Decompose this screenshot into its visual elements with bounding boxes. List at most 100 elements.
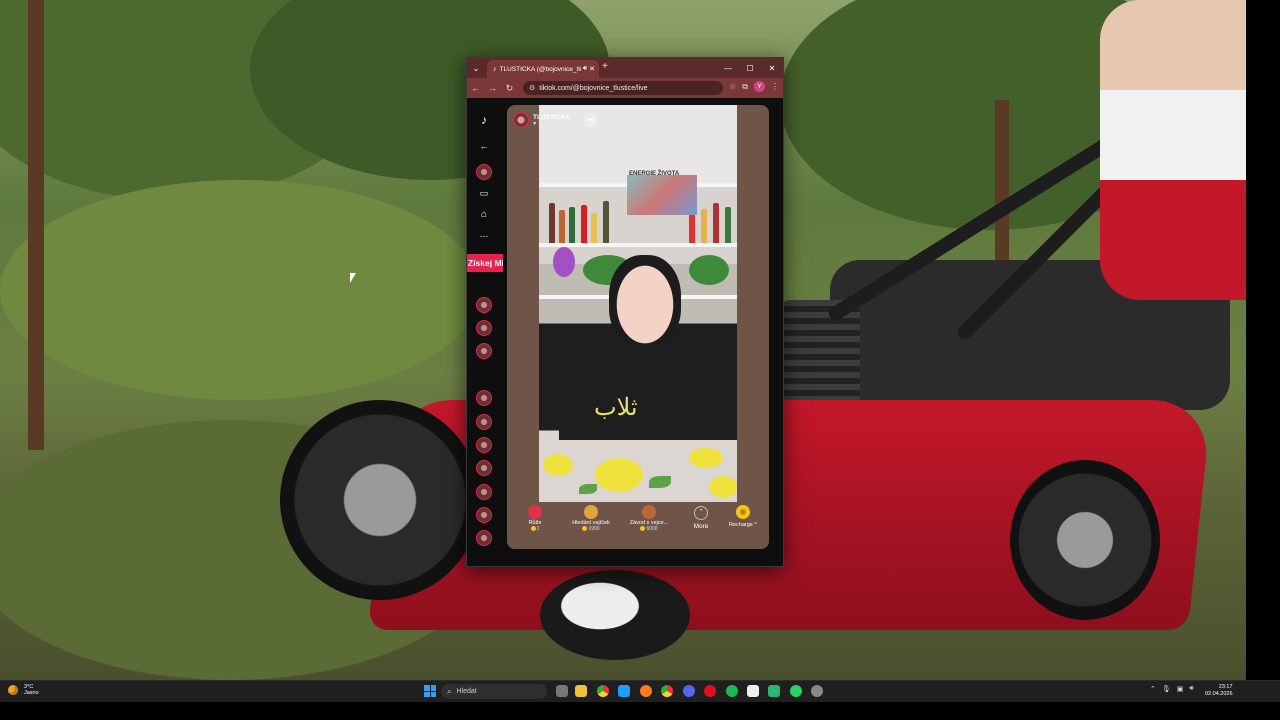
screen-edge — [1246, 0, 1280, 680]
viewer-count: ♥ 179.5K — [533, 120, 556, 127]
browser-window: ⌄ ♪ TLUSTIČKA (@bojovnice_tlu 🔊︎ ✕ + — ☐… — [466, 57, 784, 567]
gift-price: 1 — [507, 526, 563, 532]
more-dots-icon[interactable]: ⋯ — [476, 228, 492, 244]
profile-avatar-sidebar[interactable] — [476, 164, 492, 180]
browser-tab[interactable]: ♪ TLUSTIČKA (@bojovnice_tlu 🔊︎ ✕ — [487, 60, 599, 78]
gift-price: 1999 — [563, 526, 619, 532]
followed-account-avatar[interactable] — [476, 460, 492, 476]
recharge-label: Recharge ^ — [729, 522, 757, 528]
more-label: More — [693, 523, 709, 530]
screen-bottom-edge — [0, 702, 1280, 720]
followed-account-avatar[interactable] — [476, 484, 492, 500]
whatsapp-icon[interactable] — [790, 685, 802, 697]
bookmark-star-icon[interactable]: ☆ — [729, 82, 736, 91]
obs-icon[interactable] — [747, 685, 759, 697]
mouse-cursor — [350, 273, 356, 283]
host-name[interactable]: TLUSTIČKA — [533, 114, 570, 121]
microphone-icon[interactable]: 🎙︎ — [1162, 685, 1171, 693]
extensions-icon[interactable]: ⧉ — [742, 82, 748, 92]
gift-bar: Růže 1 Hledání vajíček 1999 Závod s vejc… — [507, 502, 769, 549]
tiktok-favicon-icon: ♪ — [493, 65, 497, 73]
followed-account-avatar[interactable] — [476, 320, 492, 336]
address-bar[interactable]: ⚙ tiktok.com/@bojovnice_tlustice/live — [523, 81, 723, 95]
chrome-icon[interactable] — [597, 685, 609, 697]
spotify-icon[interactable] — [726, 685, 738, 697]
poster-text: ENERGIE ŽIVOTA — [629, 171, 680, 177]
clock-time: 23:17 — [1218, 684, 1233, 690]
get-coins-button[interactable]: Získej Mi — [467, 254, 503, 272]
clock[interactable]: 23:17 02.04.2026 — [1205, 684, 1233, 698]
followed-account-avatar[interactable] — [476, 507, 492, 523]
gift-price: 6000 — [619, 526, 679, 532]
reload-icon[interactable]: ↻ — [501, 83, 518, 94]
live-stream-panel: ENERGIE ŽIVOTA ثلاب TLUSTIČKA ♥ 179.5K ➦… — [507, 105, 769, 549]
coin-icon: ◉ — [736, 505, 750, 519]
discord-icon[interactable] — [683, 685, 695, 697]
task-view-icon[interactable] — [556, 685, 568, 697]
moon-icon — [8, 685, 18, 695]
home-icon[interactable]: ⌂ — [476, 207, 492, 223]
followed-account-avatar[interactable] — [476, 390, 492, 406]
back-icon[interactable]: ← — [467, 83, 484, 93]
forward-icon[interactable]: → — [484, 83, 501, 93]
chevron-up-icon[interactable]: ⌃ — [1150, 685, 1156, 693]
tiktok-logo-icon[interactable]: ♪ — [476, 112, 492, 128]
live-video-icon[interactable]: ▭ — [476, 185, 492, 201]
followed-account-avatar[interactable] — [476, 343, 492, 359]
clock-date: 02.04.2026 — [1205, 691, 1233, 697]
search-placeholder: Hledat — [456, 688, 477, 695]
start-button[interactable] — [424, 685, 436, 697]
steam-icon[interactable] — [618, 685, 630, 697]
network-icon[interactable]: ▣ — [1177, 685, 1184, 693]
opera-icon[interactable] — [704, 685, 716, 697]
volume-icon[interactable]: 🔊︎ — [1189, 685, 1193, 693]
gift-item-hledani-vajicek[interactable]: Hledání vajíček 1999 — [563, 502, 619, 549]
live-video[interactable]: ENERGIE ŽIVOTA ثلاب — [539, 105, 737, 502]
followed-account-avatar[interactable] — [476, 414, 492, 430]
egg-race-gift-icon — [642, 505, 656, 519]
viewer-count-value: 179.5K — [537, 120, 556, 127]
site-info-icon[interactable]: ⚙ — [529, 84, 535, 92]
toolbar-right: ☆ ⧉ Y ⋮ — [729, 81, 779, 92]
menu-icon[interactable]: ⋮ — [771, 82, 779, 91]
taskbar-search[interactable]: ⌕ Hledat — [441, 684, 547, 699]
minimize-button[interactable]: — — [717, 58, 739, 78]
chevron-up-icon: ⌃ — [694, 506, 708, 520]
speaker-icon[interactable]: 🔊︎ — [583, 65, 587, 73]
back-circle-icon[interactable]: ← — [476, 138, 492, 154]
live-host-header: TLUSTIČKA ♥ 179.5K ➦ — [513, 111, 598, 129]
tab-close-icon[interactable]: ✕ — [589, 65, 595, 73]
recharge-button[interactable]: ◉ Recharge ^ — [723, 502, 763, 549]
firefox-icon[interactable] — [640, 685, 652, 697]
rose-gift-icon — [528, 505, 542, 519]
tab-search-icon[interactable]: ⌄ — [467, 63, 485, 74]
tiktok-sidebar: ♪ ← ▭ ⌂ ⋯ Získej Mi — [467, 98, 503, 566]
tab-bar: ⌄ ♪ TLUSTIČKA (@bojovnice_tlu 🔊︎ ✕ + — ☐… — [467, 58, 783, 78]
gift-item-ruze[interactable]: Růže 1 — [507, 502, 563, 549]
maximize-button[interactable]: ☐ — [739, 58, 761, 78]
tab-title: TLUSTIČKA (@bojovnice_tlu — [499, 65, 581, 73]
app-icon[interactable] — [768, 685, 780, 697]
file-explorer-icon[interactable] — [575, 685, 587, 697]
followed-account-avatar[interactable] — [476, 437, 492, 453]
window-controls: — ☐ ✕ — [717, 58, 783, 78]
url-text: tiktok.com/@bojovnice_tlustice/live — [539, 84, 648, 92]
followed-account-avatar[interactable] — [476, 297, 492, 313]
weather-widget[interactable]: 3°C Jasno — [8, 684, 39, 696]
taskbar: 3°C Jasno ⌕ Hledat ⌃ 🎙︎ ▣ 🔊︎ 23:17 02.04… — [0, 680, 1280, 703]
more-gifts-button[interactable]: ⌃ More — [679, 502, 723, 549]
egg-hunt-gift-icon — [584, 505, 598, 519]
search-icon: ⌕ — [447, 686, 452, 696]
profile-avatar[interactable]: Y — [754, 81, 765, 92]
shirt-print-text: ثلاب — [594, 393, 638, 421]
tiktok-page: ♪ ← ▭ ⌂ ⋯ Získej Mi ENERGIE ŽIVOTA ثلاب … — [467, 98, 783, 566]
wall-poster — [627, 175, 697, 215]
share-icon[interactable]: ➦ — [583, 113, 598, 127]
close-window-button[interactable]: ✕ — [761, 58, 783, 78]
followed-account-avatar[interactable] — [476, 530, 492, 546]
chrome-profile-icon[interactable] — [661, 685, 673, 697]
new-tab-button[interactable]: + — [602, 61, 608, 72]
settings-icon[interactable] — [811, 685, 823, 697]
gift-item-zavod-s-vejce[interactable]: Závod s vejce... 6000 — [619, 502, 679, 549]
host-avatar[interactable] — [513, 112, 529, 128]
